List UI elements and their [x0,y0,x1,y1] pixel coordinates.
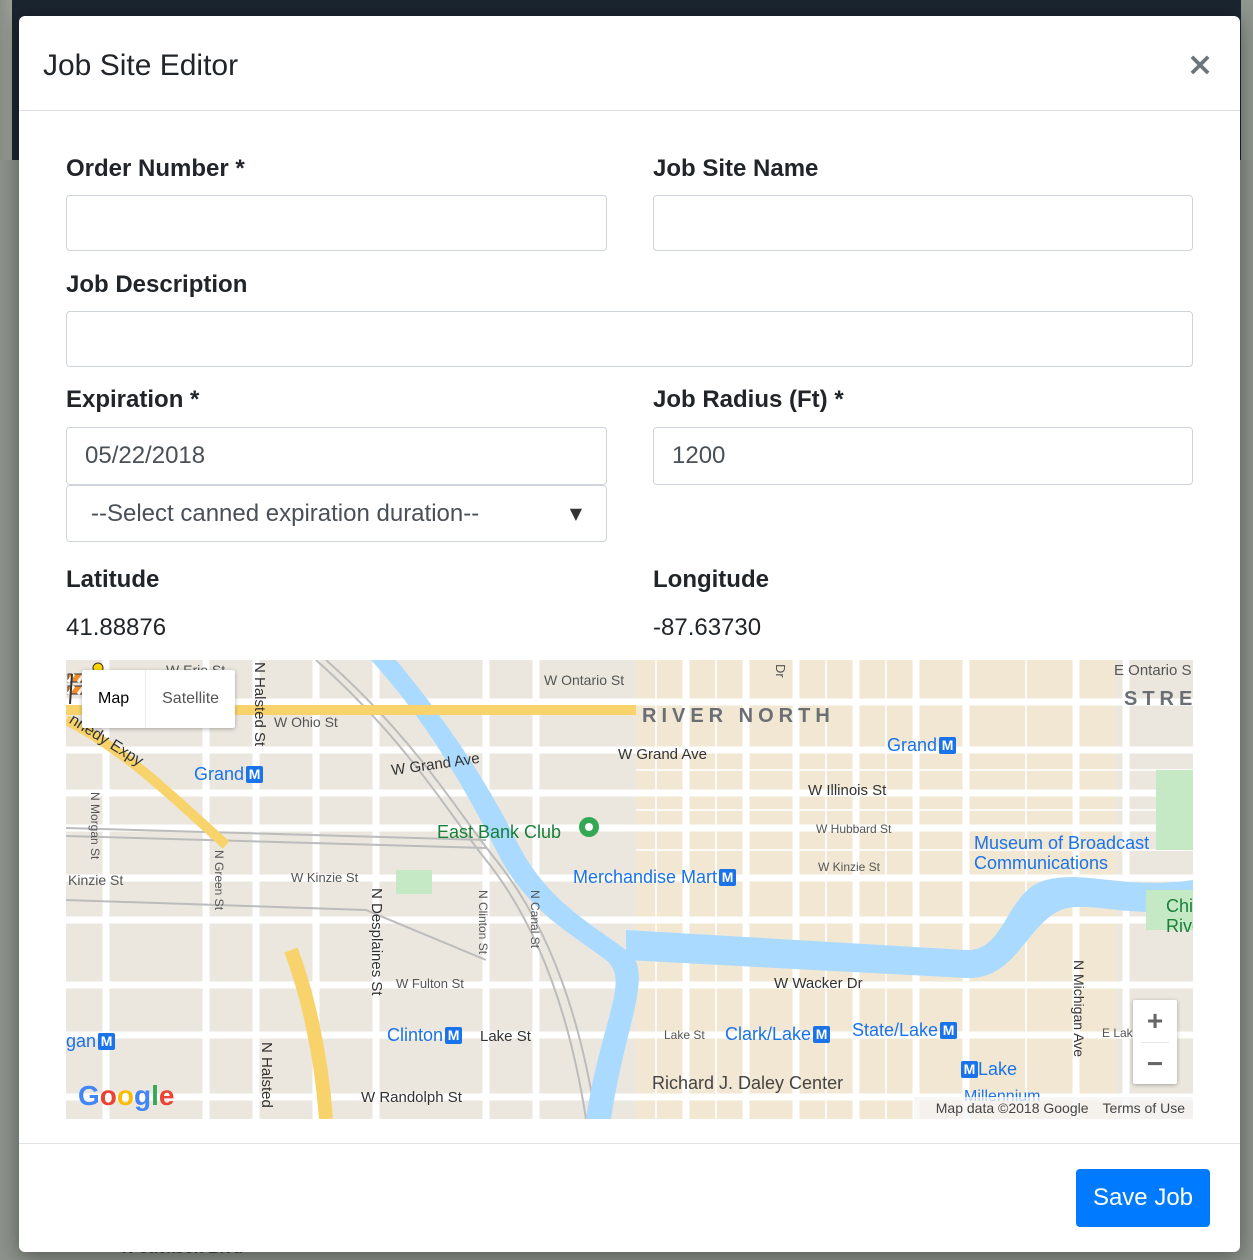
map-label-e-lake: E Lak [1102,1026,1133,1040]
map-label-n-halsted-bottom: N Halsted [258,1042,275,1108]
map-label-morgan-metro: gan M [66,1031,116,1052]
job-radius-input[interactable] [653,427,1193,485]
map-label-w-kinzie-mid: W Kinzie St [291,870,359,885]
map-label-w-illinois: W Illinois St [808,782,887,799]
map-label-n-desplaines: N Desplaines St [368,888,385,996]
modal-title: Job Site Editor [43,49,239,82]
map-label-east-bank-club: East Bank Club [437,822,562,842]
order-number-label: Order Number * [66,155,245,182]
map-label-dr: Dr [773,664,788,678]
map-label-museum: Museum of Broadcast Communications [974,833,1150,873]
map-label-n-clinton: N Clinton St [476,890,490,955]
map-label-lake-st: Lake St [480,1028,531,1045]
job-site-map[interactable]: W Erie St N Halsted St W Ohio St nnedy E… [66,660,1193,1119]
map-label-w-hubbard: W Hubbard St [816,822,892,836]
chevron-down-icon: ▼ [569,504,582,523]
modal-footer: Save Job [19,1143,1240,1253]
job-description-label: Job Description [66,271,248,298]
map-label-w-ohio: W Ohio St [274,714,338,730]
longitude-label: Longitude [653,566,769,593]
map-type-map-button[interactable]: Map [82,670,145,728]
map-tiles [66,660,1193,1119]
map-label-w-ontario: W Ontario St [544,672,625,688]
order-number-input[interactable] [66,195,607,251]
map-label-richard-daley-center: Richard J. Daley Center [652,1073,844,1093]
zoom-out-button[interactable]: − [1133,1043,1177,1085]
map-label-merchandise-mart: Merchandise Mart M [573,867,737,888]
map-label-w-grand-ave-right: W Grand Ave [618,746,707,763]
map-label-w-kinzie-right: W Kinzie St [818,860,881,874]
expiration-label: Expiration * [66,386,200,413]
map-label-grand-metro-right: Grand M [887,735,957,756]
job-description-input[interactable] [66,311,1193,367]
map-label-w-fulton: W Fulton St [396,976,464,991]
google-logo: Google [78,1080,174,1112]
map-attribution: Map data ©2018 Google Terms of Use [913,1097,1193,1119]
map-label-e-ontario: E Ontario S [1114,662,1192,679]
job-site-editor-modal: Job Site Editor × Order Number * Job Sit… [19,16,1240,1252]
modal-header: Job Site Editor × [19,16,1240,111]
map-label-n-michigan: N Michigan Ave [1071,960,1087,1058]
map-label-lake-metro: M Lake [959,1059,1017,1080]
map-label-lake-st-small: Lake St [664,1028,705,1042]
map-label-n-halsted-top: N Halsted St [251,662,268,747]
map-type-satellite-button[interactable]: Satellite [145,670,235,728]
save-job-button[interactable]: Save Job [1076,1169,1210,1227]
map-label-n-green: N Green St [212,850,226,911]
zoom-control: + − [1133,1000,1177,1084]
map-data-text: Map data ©2018 Google [935,1100,1089,1116]
map-type-control: Map Satellite [82,670,236,728]
map-label-streeterville: STRE [1124,688,1193,710]
map-label-w-wacker: W Wacker Dr [774,975,863,992]
map-label-river-north: RIVER NORTH [642,705,835,727]
expiration-date-input[interactable] [66,427,607,485]
close-button[interactable]: × [1184,46,1216,82]
job-site-name-input[interactable] [653,195,1193,251]
terms-of-use-link[interactable]: Terms of Use [1103,1100,1185,1116]
google-logo-text: Google [78,1080,175,1111]
map-label-clark-lake-metro: Clark/Lake M [725,1024,831,1045]
map-label-kinzie-left: Kinzie St [68,872,124,888]
job-radius-label: Job Radius (Ft) * [653,386,844,413]
map-label-grand-metro-left: Grand M [194,764,264,785]
latitude-value: 41.88876 [66,614,167,641]
map-label-clinton-metro: Clinton M [387,1025,463,1046]
map-label-n-canal: N Canal St [528,890,542,949]
longitude-value: -87.63730 [653,614,762,641]
zoom-in-button[interactable]: + [1133,1000,1177,1042]
expiration-duration-select[interactable]: --Select canned expiration duration-- ▼ [66,485,607,542]
map-label-state-lake-metro: State/Lake M [852,1020,958,1041]
job-site-name-label: Job Site Name [653,155,819,182]
map-label-w-randolph: W Randolph St [361,1089,462,1106]
latitude-label: Latitude [66,566,160,593]
map-label-chicago-river: ChiRive [1166,896,1193,936]
map-label-n-morgan: N Morgan St [88,792,102,860]
expiration-duration-selected: --Select canned expiration duration-- [91,499,480,527]
